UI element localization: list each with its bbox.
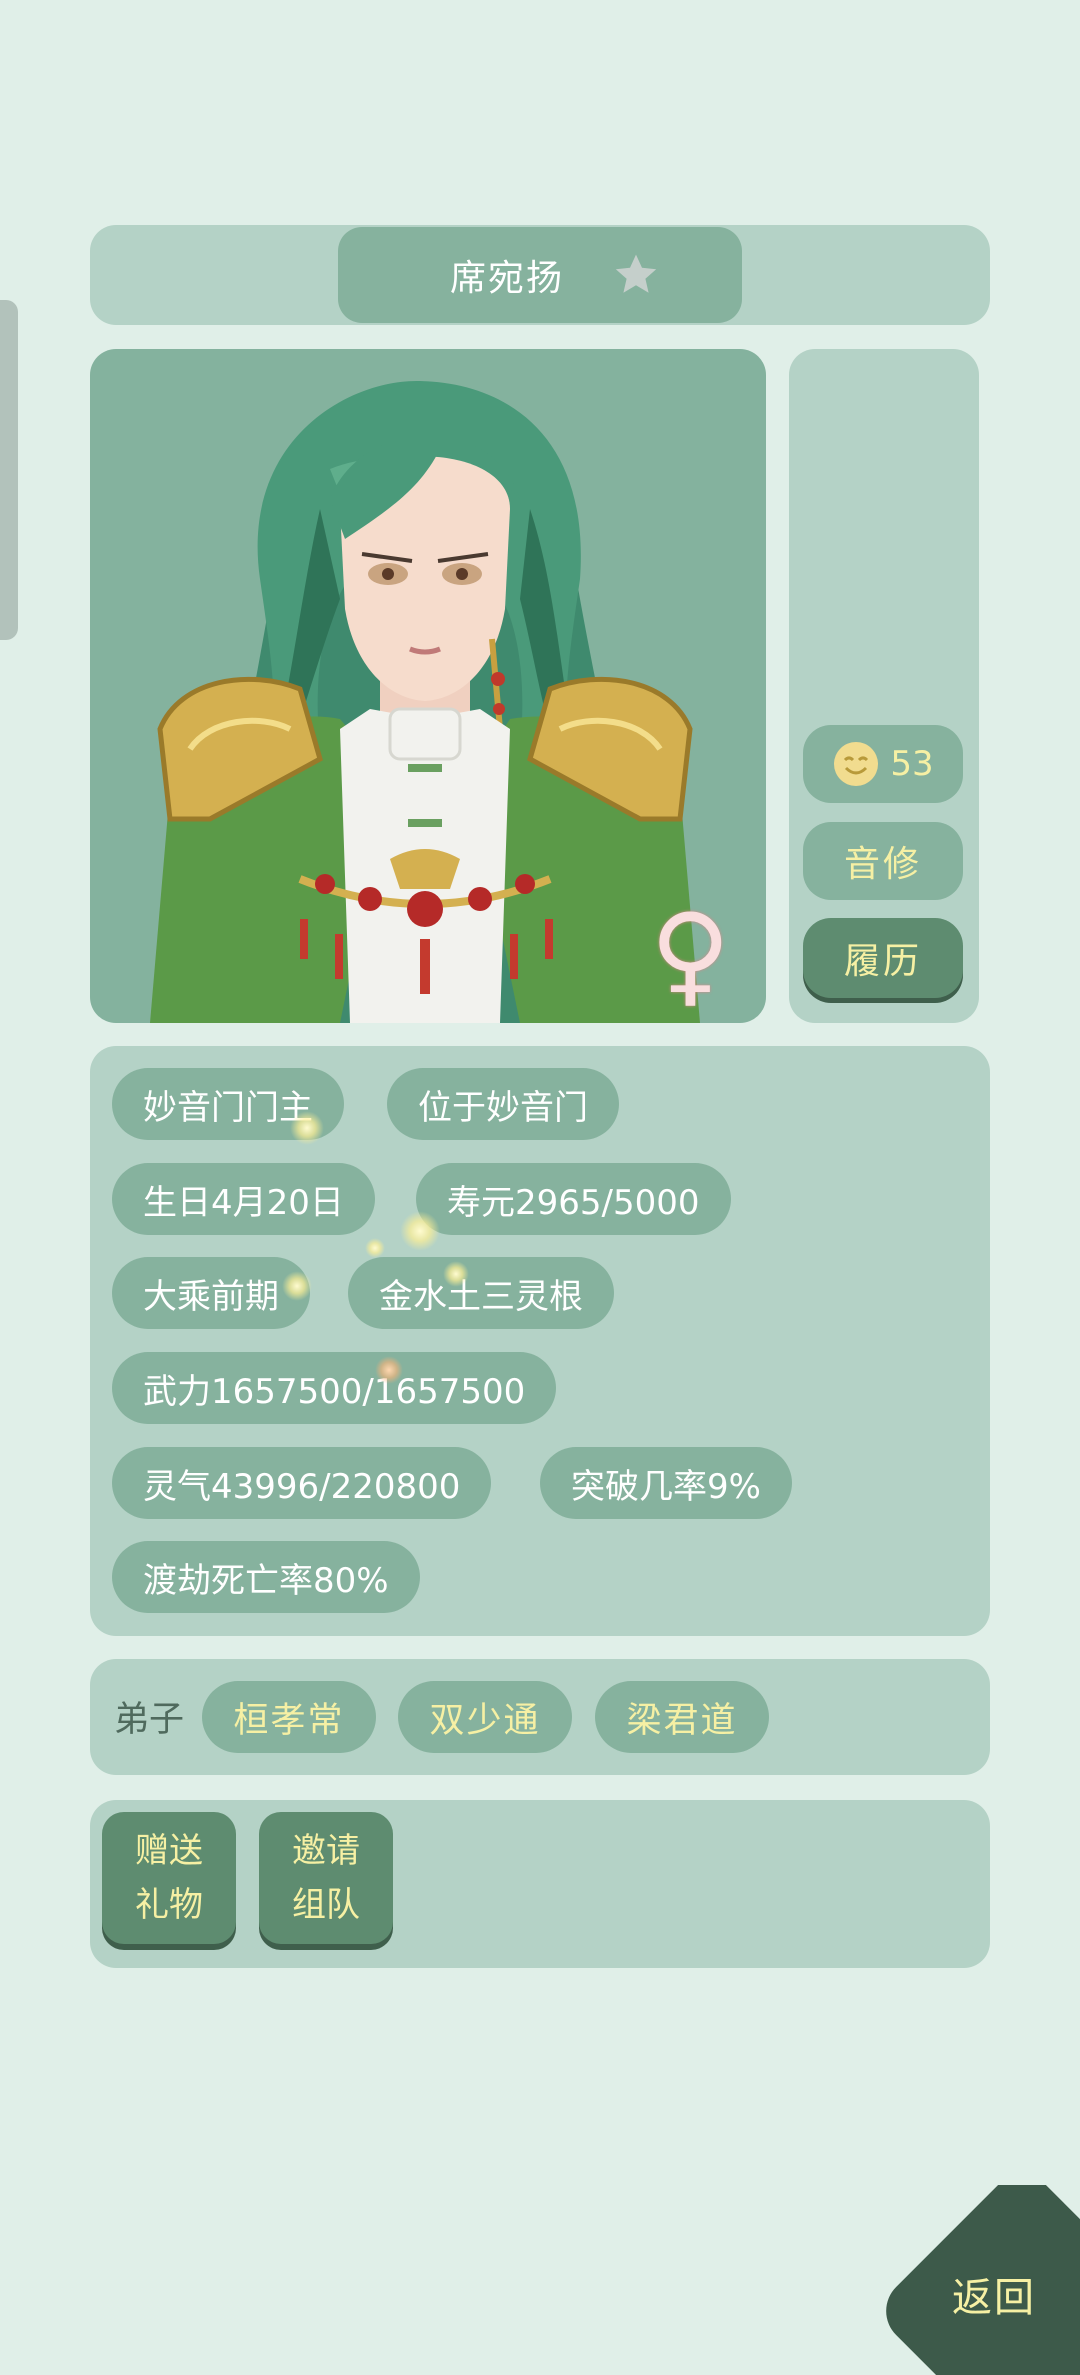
stat-breakthrough-chance: 突破几率9% [540, 1447, 792, 1519]
stat-location: 位于妙音门 [387, 1068, 619, 1140]
sparkle-effect [443, 1261, 469, 1287]
name-bar: 席宛扬 [90, 225, 990, 325]
mood-value: 53 [890, 744, 934, 784]
cultivation-type-badge[interactable]: 音修 [803, 822, 963, 900]
invite-button-label-line1: 邀请 [292, 1831, 360, 1871]
stat-birthday: 生日4月20日 [112, 1163, 375, 1235]
gift-button-label-line2: 礼物 [135, 1885, 203, 1925]
disciple-item[interactable]: 桓孝常 [202, 1681, 376, 1753]
invite-button-label-line2: 组队 [292, 1885, 360, 1925]
sparkle-effect [400, 1211, 440, 1251]
disciples-label: 弟子 [114, 1700, 185, 1740]
female-gender-icon: ♀ [650, 890, 731, 1018]
character-portrait: ♀ [90, 349, 766, 1023]
mood-indicator: 53 [803, 725, 963, 803]
gift-button[interactable]: 赠送 礼物 [102, 1812, 236, 1944]
history-button[interactable]: 履历 [803, 918, 963, 998]
gift-button-label-line1: 赠送 [135, 1831, 203, 1871]
stat-lifespan: 寿元2965/5000 [416, 1163, 731, 1235]
disciple-item[interactable]: 双少通 [398, 1681, 572, 1753]
back-button[interactable]: 返回 [880, 2185, 1080, 2375]
disciples-panel: 弟子 桓孝常 双少通 梁君道 [90, 1659, 990, 1775]
name-pill: 席宛扬 [338, 227, 742, 323]
character-name: 席宛扬 [449, 258, 564, 299]
stat-realm: 大乘前期 [112, 1257, 310, 1329]
sparkle-effect [375, 1356, 403, 1384]
side-drawer-handle[interactable] [0, 300, 18, 640]
sparkle-effect [290, 1111, 324, 1145]
sparkle-effect [365, 1238, 385, 1258]
side-panel: 53 音修 履历 [789, 349, 979, 1023]
stat-tribulation-death-rate: 渡劫死亡率80% [112, 1541, 420, 1613]
actions-panel: 赠送 礼物 邀请 组队 [90, 1800, 990, 1968]
back-button-label: 返回 [952, 2275, 1036, 2321]
stat-qi: 灵气43996/220800 [112, 1447, 492, 1519]
smile-face-icon [834, 742, 879, 786]
stats-panel: 妙音门门主 位于妙音门 生日4月20日 寿元2965/5000 大乘前期 金水土… [90, 1046, 990, 1636]
stat-power: 武力1657500/1657500 [112, 1352, 557, 1424]
invite-team-button[interactable]: 邀请 组队 [259, 1812, 393, 1944]
disciple-item[interactable]: 梁君道 [595, 1681, 769, 1753]
sparkle-effect [282, 1271, 312, 1301]
stat-spirit-root: 金水土三灵根 [348, 1257, 614, 1329]
favorite-star-icon[interactable] [612, 251, 660, 299]
